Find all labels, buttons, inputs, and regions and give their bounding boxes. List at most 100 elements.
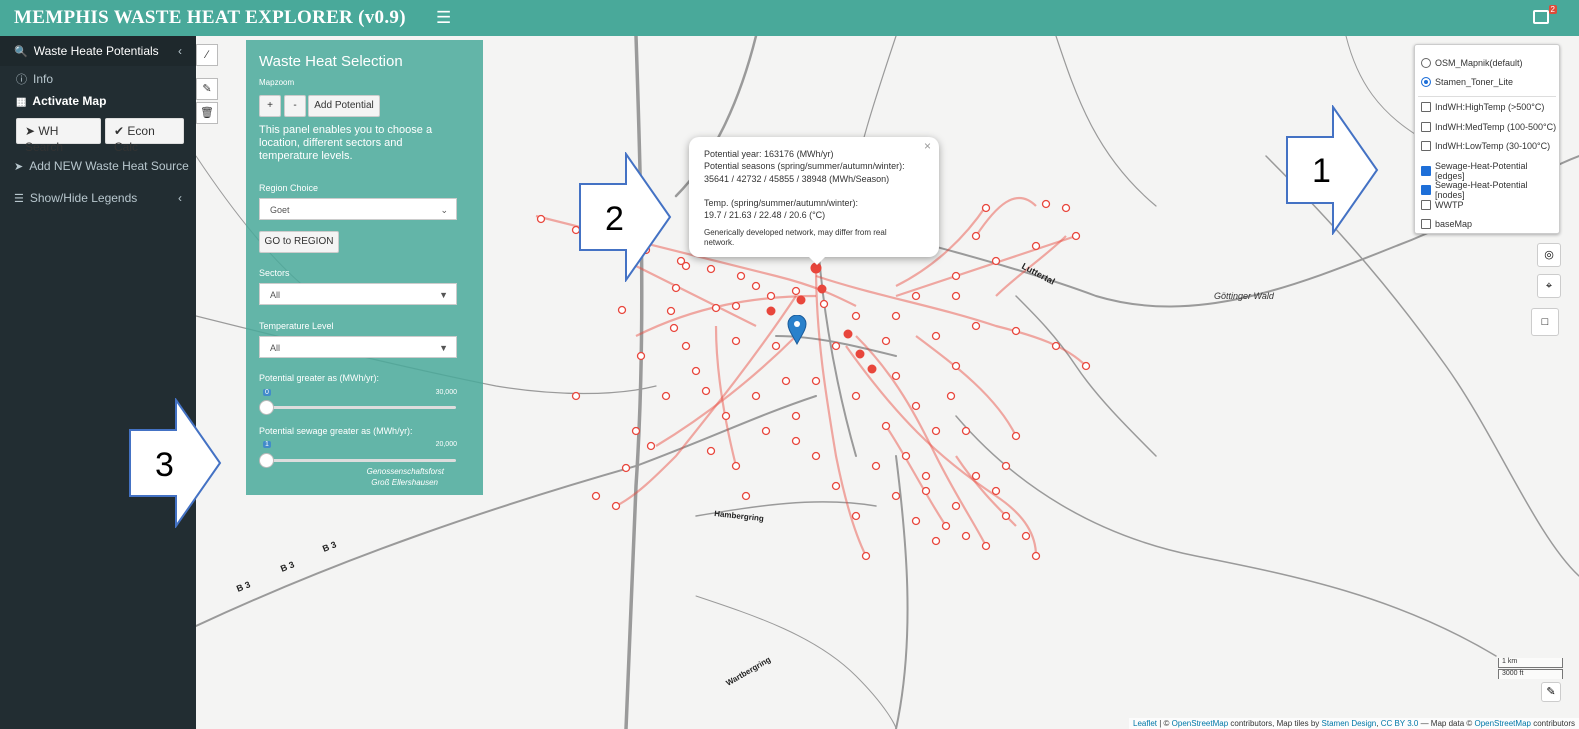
zoom-in-button[interactable]: + <box>259 95 281 117</box>
scale-bar-km: 1 km <box>1498 658 1563 668</box>
caret-down-icon: ▼ <box>439 343 448 353</box>
checkbox[interactable] <box>1421 121 1431 132</box>
app-title: MEMPHIS WASTE HEAT EXPLORER (v0.9) <box>14 7 406 28</box>
temperature-select[interactable]: All ▼ <box>259 336 457 358</box>
check-icon: ✔ <box>113 124 125 138</box>
overlay-layer-option[interactable]: IndWH:MedTemp (100-500°C) <box>1421 121 1557 132</box>
potential-slider-track[interactable] <box>266 406 456 409</box>
sidebar-section-waste-heat[interactable]: 🔍 Waste Heate Potentials ‹ <box>0 36 196 66</box>
radio-button[interactable] <box>1421 58 1431 68</box>
sectors-select-value: All <box>270 290 281 300</box>
leaflet-link[interactable]: Leaflet <box>1133 719 1157 728</box>
draw-toolbar: ∕ ✎ 🗑 <box>196 44 218 126</box>
map-label-gottinger-wald: Göttinger Wald <box>1214 291 1275 301</box>
overlay-layer-option[interactable]: IndWH:HighTemp (>500°C) <box>1421 102 1544 112</box>
osm-link[interactable]: OpenStreetMap <box>1172 719 1228 728</box>
checkbox[interactable] <box>1421 141 1431 151</box>
mapzoom-label: Mapzoom <box>259 78 295 87</box>
overlay-layer-option[interactable]: baseMap <box>1421 219 1472 229</box>
callout-arrow-3 <box>129 398 222 528</box>
go-to-region-button[interactable]: GO to REGION <box>259 231 339 253</box>
temperature-select-value: All <box>270 343 281 353</box>
potential-label: Potential greater as (MWh/yr): <box>259 373 380 383</box>
sidebar-item-add-source[interactable]: ➤ Add NEW Waste Heat Source <box>0 150 196 182</box>
header-bar: MEMPHIS WASTE HEAT EXPLORER (v0.9) ☰ 2 <box>0 0 1579 36</box>
layers-divider <box>1418 96 1556 97</box>
layer-label: baseMap <box>1435 219 1473 229</box>
popup-line: 19.7 / 21.63 / 22.48 / 20.6 (°C) <box>704 210 826 220</box>
scale-bar-ft: 3000 ft <box>1498 669 1563 679</box>
location-marker-icon[interactable] <box>787 315 807 345</box>
chevron-down-icon: ⌄ <box>440 205 448 215</box>
base-layer-option[interactable]: OSM_Mapnik(default) <box>1421 58 1523 68</box>
checkbox[interactable] <box>1421 199 1431 210</box>
overlay-layer-option[interactable]: Sewage-Heat-Potential [nodes] <box>1421 180 1559 200</box>
sidebar-item-label: Info <box>33 72 54 86</box>
chevron-left-icon: ‹ <box>178 44 182 58</box>
close-icon[interactable]: × <box>924 139 931 153</box>
sidebar-item-activate-map[interactable]: ▦ Activate Map <box>0 90 196 112</box>
sewage-slider-handle[interactable] <box>259 453 274 468</box>
chevron-left-icon: ‹ <box>178 191 182 205</box>
popup-line: Potential year: 163176 (MWh/yr) <box>704 149 834 159</box>
trash-icon[interactable]: 🗑 <box>196 102 218 124</box>
globe-icon[interactable]: ◎ <box>1537 243 1561 267</box>
notification-icon[interactable] <box>1533 10 1549 24</box>
layer-label: IndWH:HighTemp (>500°C) <box>1435 102 1545 112</box>
radio-button[interactable] <box>1421 77 1431 87</box>
edit-icon[interactable]: ✎ <box>196 78 218 100</box>
send-icon: ➤ <box>25 124 36 138</box>
popup-tip <box>807 255 827 265</box>
callout-arrow-1 <box>1286 105 1379 235</box>
checkbox[interactable] <box>1421 219 1431 229</box>
callout-number-2: 2 <box>605 200 624 238</box>
map-label-forest: Genossenschaftsforst <box>366 467 444 476</box>
cc-link[interactable]: CC BY 3.0 <box>1381 719 1419 728</box>
map-attribution: Leaflet | © OpenStreetMap contributors, … <box>1129 718 1579 729</box>
callout-number-1: 1 <box>1312 152 1331 190</box>
region-select[interactable]: Goet ⌄ <box>259 198 457 220</box>
info-icon: ⓘ <box>16 74 27 86</box>
popup-note: Generically developed network, may diffe… <box>704 228 887 247</box>
checkbox[interactable] <box>1421 185 1431 195</box>
wh-search-button[interactable]: ➤ WH Search <box>16 118 101 154</box>
potential-slider-min: 0 <box>263 389 271 396</box>
map-label-groß-ellershausen: Groß Ellershausen <box>371 478 438 487</box>
base-layer-option[interactable]: Stamen_Toner_Lite <box>1421 77 1513 87</box>
sectors-select[interactable]: All ▼ <box>259 283 457 305</box>
layer-label: IndWH:MedTemp (100-500°C) <box>1435 121 1557 132</box>
region-select-value: Goet <box>270 205 290 215</box>
search-icon: 🔍 <box>14 45 28 58</box>
checkbox[interactable] <box>1421 165 1431 176</box>
econ-calc-button[interactable]: ✔ Econ Calc <box>104 118 184 154</box>
locate-icon[interactable]: ⌖ <box>1537 274 1561 298</box>
list-icon: ☰ <box>14 192 24 205</box>
osm-link[interactable]: OpenStreetMap <box>1474 719 1530 728</box>
checkbox[interactable] <box>1421 102 1431 112</box>
sidebar-item-legends[interactable]: ☰ Show/Hide Legends ‹ <box>0 182 196 214</box>
sewage-potential-label: Potential sewage greater as (MWh/yr): <box>259 426 413 436</box>
overlay-layer-option[interactable]: Sewage-Heat-Potential [edges] <box>1421 161 1559 181</box>
zoom-out-button[interactable]: - <box>284 95 306 117</box>
edit-pencil-icon[interactable]: ✎ <box>1541 682 1561 702</box>
callout-number-3: 3 <box>155 446 174 484</box>
overlay-layer-option[interactable]: WWTP <box>1421 199 1464 210</box>
fullscreen-icon[interactable]: □ <box>1531 308 1559 336</box>
layer-label: Sewage-Heat-Potential [edges] <box>1434 160 1528 181</box>
layer-label: Sewage-Heat-Potential [nodes] <box>1434 180 1528 200</box>
potential-slider-handle[interactable] <box>259 400 274 415</box>
sewage-slider-track[interactable] <box>266 459 456 462</box>
location-arrow-icon: ➤ <box>14 160 24 173</box>
sidebar-item-info[interactable]: ⓘ Info <box>0 68 196 90</box>
layer-label: OSM_Mapnik(default) <box>1435 58 1523 68</box>
stamen-link[interactable]: Stamen Design <box>1322 719 1377 728</box>
draw-polyline-icon[interactable]: ∕ <box>196 44 218 66</box>
hamburger-icon[interactable]: ☰ <box>436 8 451 28</box>
overlay-layer-option[interactable]: IndWH:LowTemp (30-100°C) <box>1421 141 1550 151</box>
layers-control: OSM_Mapnik(default) Stamen_Toner_Lite Ind… <box>1414 44 1560 234</box>
add-potential-button[interactable]: Add Potential <box>308 95 380 117</box>
attribution-text: | © <box>1157 719 1172 728</box>
layer-label: WWTP <box>1435 199 1464 210</box>
popup-line: 35641 / 42732 / 45855 / 38948 (MWh/Seaso… <box>704 174 890 184</box>
sidebar-button-group: ➤ WH Search ✔ Econ Calc <box>0 112 196 154</box>
